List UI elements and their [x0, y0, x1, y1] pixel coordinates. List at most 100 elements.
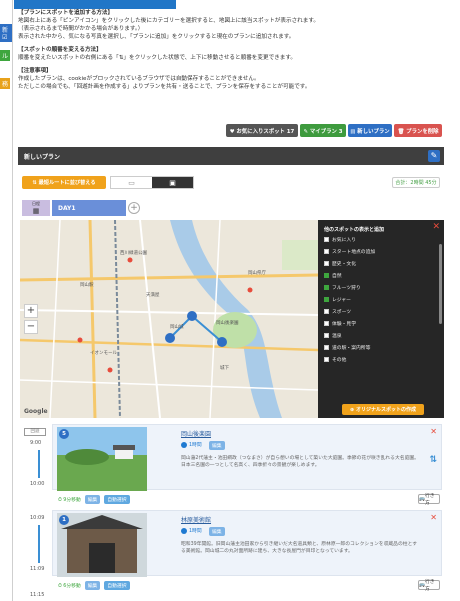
checkbox[interactable]: [324, 309, 329, 314]
create-original-spot-button[interactable]: ⊕ オリジナルスポットの作成: [342, 404, 424, 415]
category-item[interactable]: スタート地点の追加: [324, 246, 375, 257]
checkbox[interactable]: [324, 297, 329, 302]
my-plans-button[interactable]: ✎ マイプラン 3: [300, 124, 346, 137]
map-label: 岡山城: [170, 325, 184, 330]
category-item[interactable]: 自然: [324, 270, 342, 281]
directions-button[interactable]: 🚌 行き方: [418, 580, 440, 592]
instruction-line: 作成したプランは、cookieがブロックされているブラウザでは自動保存することが…: [18, 76, 260, 82]
map-label: 天満屋: [146, 293, 160, 298]
category-item[interactable]: その他: [324, 354, 346, 365]
pencil-icon[interactable]: ✎: [428, 150, 440, 162]
day1-tab[interactable]: DAY1: [52, 200, 126, 216]
map-canvas: [20, 220, 318, 418]
map-view[interactable]: 岡山城 岡山後楽園 岡山駅 天満屋 岡山県庁 イオンモール 西川緑道公園 城下 …: [20, 220, 318, 418]
category-label: その他: [332, 358, 347, 363]
start-time: 9:00: [30, 440, 42, 446]
google-logo: Google: [24, 408, 48, 415]
category-panel: 他のスポットの表示と追加 ✕ お気に入り スタート地点の追加 歴史・文化 自然 …: [318, 220, 444, 418]
edit-button[interactable]: 編集: [209, 441, 225, 450]
spot-photo: 1: [57, 513, 147, 577]
map-label: 岡山県庁: [248, 271, 266, 276]
map-label: 岡山駅: [80, 283, 94, 288]
category-item[interactable]: スポーツ: [324, 306, 351, 317]
category-label: 自然: [332, 274, 342, 279]
spot-name[interactable]: 岡山後楽園: [181, 429, 211, 438]
transport-mode-toggle: ▭ ▣: [110, 176, 194, 189]
spot-name[interactable]: 林原美術館: [181, 515, 211, 524]
category-item[interactable]: お気に入り: [324, 234, 356, 245]
add-day-button[interactable]: +: [128, 202, 140, 214]
delete-plan-button[interactable]: 🗑 プランを削除: [394, 124, 442, 137]
timeline-tag: 回遊: [24, 428, 46, 436]
zoom-out-button[interactable]: −: [24, 320, 38, 334]
zoom-in-button[interactable]: +: [24, 304, 38, 318]
left-tab-route[interactable]: ル: [0, 50, 11, 61]
left-tab-office[interactable]: 務: [0, 78, 11, 89]
move-edit-button[interactable]: 編集: [84, 495, 101, 504]
category-label: 体験・見学: [332, 322, 356, 327]
checkbox[interactable]: [324, 261, 329, 266]
auto-select-button[interactable]: 自動選択: [104, 581, 130, 590]
stay-duration: 1時間: [181, 527, 202, 534]
checkbox[interactable]: [324, 333, 329, 338]
left-divider: [12, 0, 13, 601]
walk-icon[interactable]: ▭: [111, 177, 152, 188]
notes-heading: 【注意事項】: [18, 68, 52, 74]
map-label: 西川緑道公園: [120, 251, 147, 256]
directions-button[interactable]: 🚌 行き方: [418, 494, 440, 506]
spot-photo: 5: [57, 427, 147, 491]
duration-text: 1時間: [189, 443, 202, 448]
category-item[interactable]: フルーツ狩り: [324, 282, 361, 293]
move-edit-button[interactable]: 編集: [84, 581, 101, 590]
new-plan-button[interactable]: ▤ 新しいプラン: [348, 124, 392, 137]
instruction-line: 地図右上にある「ピンアイコン」をクリックした後にカテゴリーを選択すると、地図上に…: [18, 18, 320, 24]
category-item[interactable]: 歴史・文化: [324, 258, 356, 269]
map-label: 岡山後楽園: [216, 321, 239, 326]
instruction-line: （表示されるまで時間がかかる場合があります。）: [18, 26, 144, 32]
checkbox[interactable]: [324, 237, 329, 242]
checkbox[interactable]: [324, 249, 329, 254]
favorite-spots-button[interactable]: ♥ お気に入りスポット 17: [226, 124, 298, 137]
instruction-line: 表示された中から、気になる写真を選択し、「プランに追加」をクリックすると現在のプ…: [18, 34, 295, 40]
category-item[interactable]: 体験・見学: [324, 318, 356, 329]
start-time: 10:09: [30, 515, 45, 521]
checkbox[interactable]: [324, 357, 329, 362]
checkbox[interactable]: [324, 321, 329, 326]
move-duration: ⏱ 6分移動: [58, 584, 81, 589]
end-time: 10:00: [30, 481, 45, 487]
sort-handle-icon[interactable]: ⇅: [429, 455, 437, 465]
car-icon[interactable]: ▣: [152, 177, 193, 188]
category-label: スタート地点の追加: [332, 250, 376, 255]
checkbox[interactable]: [324, 273, 329, 278]
spot-card[interactable]: 5 岡山後楽園 1時間 編集 岡山藩2代藩主・池田綱政（つなまさ）が自ら憩いの場…: [52, 424, 442, 491]
spot-card[interactable]: 1 林原美術館 1時間 編集 昭和39年開館。旧岡山藩主池田家から引き継いだ大名…: [52, 510, 442, 577]
calendar-tab[interactable]: 日程 ▦: [22, 200, 50, 216]
scrollbar[interactable]: [439, 244, 442, 324]
instruction-line: ただしこの場合でも、「回遊計画を作成する」よりプランを共有・送ることで、プランを…: [18, 84, 311, 90]
category-label: レジャー: [332, 298, 351, 303]
category-item[interactable]: 道の駅・案内所等: [324, 342, 370, 353]
checkbox[interactable]: [324, 345, 329, 350]
close-icon[interactable]: ✕: [432, 222, 440, 232]
spot-number: 1: [59, 515, 69, 525]
timeline-line: [38, 450, 40, 478]
instructions: 【プランにスポットを追加する方法】 地図右上にある「ピンアイコン」をクリックした…: [18, 9, 450, 91]
checkbox[interactable]: [324, 285, 329, 290]
auto-select-button[interactable]: 自動選択: [104, 495, 130, 504]
add-heading: 【プランにスポットを追加する方法】: [18, 10, 114, 16]
header-band: [14, 0, 176, 9]
shortest-route-button[interactable]: ⇅ 最短ルートに並び替える: [22, 176, 106, 189]
timeline-line: [38, 525, 40, 563]
stay-duration: 1時間: [181, 441, 202, 448]
directions-label: 行き方: [424, 580, 435, 592]
duration-text: 1時間: [189, 529, 202, 534]
remove-icon[interactable]: ✕: [430, 513, 437, 522]
category-item[interactable]: 温泉: [324, 330, 342, 341]
category-item[interactable]: レジャー: [324, 294, 351, 305]
calendar-icon: ▦: [32, 207, 40, 215]
edit-button[interactable]: 編集: [209, 527, 225, 536]
category-label: 道の駅・案内所等: [332, 346, 371, 351]
left-tab-new[interactable]: 新 ☑: [0, 24, 12, 42]
end-time: 11:09: [30, 566, 45, 572]
remove-icon[interactable]: ✕: [430, 427, 437, 436]
